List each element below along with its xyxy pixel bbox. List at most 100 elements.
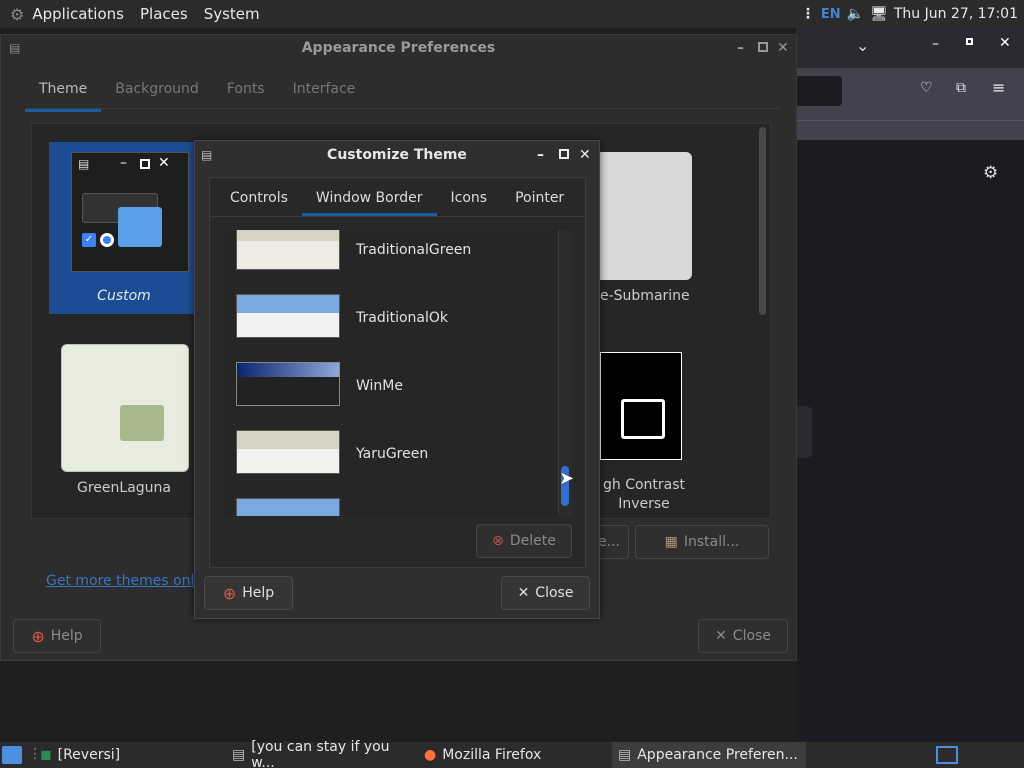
theme-name-highcontrast: gh Contrast Inverse [602, 477, 686, 512]
lifebuoy-icon: ⊕ [222, 583, 237, 603]
dialog-title: Customize Theme [327, 147, 467, 163]
thumb-partial [236, 498, 340, 516]
list-item[interactable] [224, 486, 558, 516]
customize-theme-dialog: ▤ Customize Theme – ✕ Controls Window Bo… [194, 140, 600, 619]
extensions-icon[interactable]: ⧉ [956, 80, 966, 96]
reversi-icon: ◼ [40, 747, 52, 763]
tab-icons[interactable]: Icons [437, 190, 502, 216]
close-button[interactable]: ✕ Close [501, 576, 590, 610]
theme-name-submarine: e-Submarine [600, 288, 690, 304]
close-icon: ✕ [158, 155, 170, 171]
task-reversi[interactable]: ◼ [Reversi] [36, 742, 226, 768]
list-item[interactable]: WinMe [224, 350, 558, 418]
show-desktop-icon[interactable] [2, 746, 22, 764]
maximize-icon [140, 159, 150, 169]
task-firefox[interactable]: ● Mozilla Firefox [420, 742, 610, 768]
theme-tile-submarine[interactable]: e-Submarine [600, 152, 720, 312]
maximize-icon[interactable] [758, 42, 768, 52]
appearance-titlebar: ▤ Appearance Preferences – ✕ [1, 35, 796, 61]
folder-icon [120, 405, 164, 441]
theme-tile-greenlaguna[interactable]: GreenLaguna [49, 336, 199, 508]
tab-divider [25, 108, 779, 109]
thumb-yarugreen [236, 430, 340, 474]
firefox-toolbar: ♡ ⧉ ≡ [796, 68, 1024, 140]
item-label: YaruGreen [356, 446, 429, 462]
folder-icon [621, 399, 665, 439]
theme-grid-scrollbar[interactable] [759, 127, 766, 315]
task-document[interactable]: ▤ [you can stay if you w... [228, 739, 416, 768]
item-label: TraditionalOk [356, 310, 449, 326]
item-label: TraditionalGreen [356, 242, 472, 258]
mouse-pointer-icon: ➤ [559, 468, 575, 489]
get-more-themes-link[interactable]: Get more themes onli [46, 573, 198, 589]
radio-icon [100, 233, 114, 247]
app-icon: ▤ [78, 157, 90, 171]
theme-tile-highcontrast-inverse[interactable]: gh Contrast Inverse [600, 352, 720, 522]
tab-pointer[interactable]: Pointer [501, 190, 578, 216]
menu-applications[interactable]: Applications [32, 5, 124, 23]
window-app-icon: ▤ [201, 148, 213, 162]
hamburger-menu-icon[interactable]: ≡ [992, 78, 1005, 97]
url-bar[interactable] [796, 76, 842, 106]
minimize-icon[interactable]: – [737, 35, 744, 61]
thumb-traditionalgreen [236, 230, 340, 270]
tab-theme[interactable]: Theme [25, 75, 102, 112]
customize-notebook: Controls Window Border Icons Pointer Tra… [209, 177, 586, 568]
firefox-sidebar-handle [796, 406, 812, 458]
theme-preview-greenlaguna [61, 344, 189, 472]
menu-places[interactable]: Places [140, 5, 188, 23]
close-icon[interactable]: ✕ [777, 35, 789, 61]
help-button[interactable]: ⊕ Help [13, 619, 101, 653]
volume-icon[interactable]: 🔈 [847, 6, 864, 22]
pocket-icon[interactable]: ♡ [920, 80, 933, 96]
tab-controls[interactable]: Controls [216, 190, 302, 216]
delete-icon: ⊗ [492, 533, 504, 549]
distro-logo-icon[interactable]: ⚙ [10, 5, 24, 24]
workspace-2-icon[interactable] [962, 746, 984, 764]
thumb-body [237, 377, 339, 405]
settings-gear-icon[interactable]: ⚙ [983, 163, 998, 183]
maximize-icon[interactable] [966, 38, 973, 45]
close-icon[interactable]: ✕ [999, 35, 1011, 51]
delete-button[interactable]: ⊗ Delete [476, 524, 572, 558]
keyboard-layout-indicator[interactable]: EN [821, 7, 841, 22]
minimize-icon[interactable]: – [537, 141, 544, 169]
tray-menu-icon[interactable]: ⋮ [801, 6, 815, 22]
install-theme-button[interactable]: ▦ Install... [635, 525, 769, 559]
close-icon[interactable]: ✕ [579, 141, 591, 169]
menu-system[interactable]: System [204, 5, 260, 23]
list-item[interactable]: YaruGreen [224, 418, 558, 486]
minimize-icon[interactable]: – [932, 36, 939, 52]
theme-name-greenlaguna: GreenLaguna [77, 480, 171, 496]
window-app-icon: ▤ [9, 41, 21, 55]
firefox-icon: ● [424, 747, 437, 763]
system-tray: ⋮ EN 🔈 🖥 Thu Jun 27, 17:01 [801, 0, 1018, 28]
clock[interactable]: Thu Jun 27, 17:01 [894, 6, 1018, 22]
window-title: Appearance Preferences [301, 40, 496, 56]
checkbox-icon: ✓ [82, 233, 96, 247]
list-item[interactable]: TraditionalGreen [224, 230, 558, 282]
close-button[interactable]: ✕ Close [698, 619, 788, 653]
maximize-icon[interactable] [559, 149, 569, 159]
top-panel: ⚙ Applications Places System ⋮ EN 🔈 🖥 Th… [0, 0, 1024, 28]
chevron-down-icon[interactable]: ⌄ [856, 36, 869, 55]
theme-tile-custom[interactable]: ▤ – ✕ ✓ Custom [49, 142, 199, 314]
theme-preview-custom: ▤ – ✕ ✓ [71, 152, 189, 272]
list-item[interactable]: TraditionalOk [224, 282, 558, 350]
tab-fonts[interactable]: Fonts [213, 75, 279, 112]
workspace-switcher-icon[interactable] [936, 746, 958, 764]
bottom-panel: ⋮ ◼ [Reversi] ▤ [you can stay if you w..… [0, 739, 1024, 768]
tab-interface[interactable]: Interface [279, 75, 370, 112]
close-icon: ✕ [715, 628, 727, 644]
task-appearance[interactable]: ▤ Appearance Preferen... [612, 742, 806, 768]
document-icon: ▤ [232, 747, 246, 763]
thumb-traditionalok [236, 294, 340, 338]
customize-tabs: Controls Window Border Icons Pointer [210, 178, 585, 216]
close-icon: ✕ [517, 585, 530, 601]
tab-window-border[interactable]: Window Border [301, 190, 437, 216]
theme-preview-highcontrast [600, 352, 682, 460]
theme-name-custom: Custom [97, 288, 151, 304]
tab-background[interactable]: Background [101, 75, 213, 112]
help-button[interactable]: ⊕ Help [204, 576, 293, 610]
network-icon[interactable]: 🖥 [870, 6, 888, 22]
